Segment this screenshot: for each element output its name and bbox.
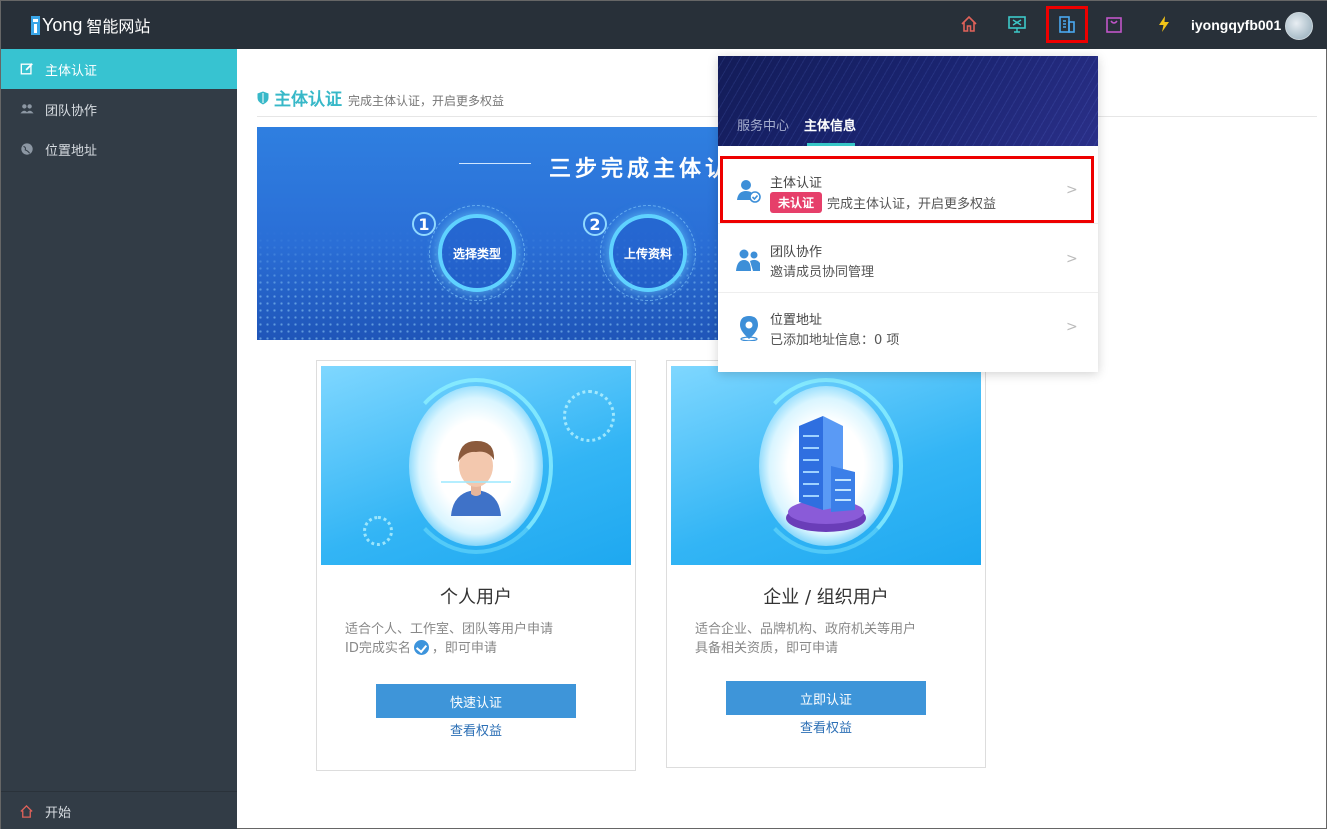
dropdown-item-title: 团队协作 bbox=[770, 245, 823, 260]
sidebar: 主体认证 团队协作 位置地址 开始 bbox=[1, 49, 237, 829]
step-2-number: 2 bbox=[583, 212, 607, 236]
card-desc-part: ID完成实名 bbox=[345, 641, 411, 656]
card-title: 企业 / 组织用户 bbox=[763, 587, 889, 608]
active-tab-indicator bbox=[807, 143, 855, 146]
home-outline-icon bbox=[19, 804, 35, 820]
banner-title-rule bbox=[459, 163, 531, 164]
edit-icon bbox=[19, 61, 35, 77]
page-title: 主体认证 完成主体认证，开启更多权益 bbox=[257, 85, 504, 110]
card-desc-line: ID完成实名 ，即可申请 bbox=[345, 639, 553, 658]
tab-service-center[interactable]: 服务中心 bbox=[737, 115, 789, 134]
page-subtitle: 完成主体认证，开启更多权益 bbox=[348, 94, 505, 108]
sidebar-start-label: 开始 bbox=[45, 806, 72, 821]
steps-banner: 三步完成主体认 选择类型 1 上传资料 2 bbox=[257, 127, 727, 340]
deco-ring bbox=[563, 390, 615, 442]
sidebar-item-location[interactable]: 位置地址 bbox=[1, 129, 237, 169]
globe-icon bbox=[19, 141, 35, 157]
verify-now-button[interactable]: 立即认证 bbox=[726, 681, 926, 715]
card-desc-part: ，即可申请 bbox=[431, 641, 497, 656]
banner-title: 三步完成主体认 bbox=[549, 157, 727, 182]
home-icon[interactable] bbox=[958, 13, 980, 35]
deco-ring bbox=[363, 516, 393, 546]
personal-user-illustration bbox=[321, 366, 631, 565]
card-desc-line: 适合个人、工作室、团队等用户申请 bbox=[345, 622, 554, 637]
lightning-icon[interactable] bbox=[1153, 13, 1175, 35]
chevron-right-icon: > bbox=[1066, 319, 1078, 335]
view-benefits-link[interactable]: 查看权益 bbox=[667, 717, 985, 736]
sidebar-item-label: 主体认证 bbox=[45, 63, 98, 79]
card-title: 个人用户 bbox=[440, 587, 512, 608]
username[interactable]: iyongqyfb001 bbox=[1191, 17, 1281, 33]
tab-entity-info[interactable]: 主体信息 bbox=[804, 115, 856, 134]
page-title-text: 主体认证 bbox=[274, 90, 342, 110]
person-avatar-icon bbox=[441, 440, 511, 516]
users-icon bbox=[19, 101, 35, 117]
building-icon-highlight bbox=[1046, 6, 1088, 43]
card-description: 适合企业、品牌机构、政府机关等用户 具备相关资质，即可申请 bbox=[695, 620, 916, 658]
card-desc-line: 适合企业、品牌机构、政府机关等用户 bbox=[695, 622, 917, 637]
dropdown-item-team[interactable]: 团队协作 邀请成员协同管理 > bbox=[718, 227, 1098, 293]
avatar[interactable] bbox=[1285, 12, 1313, 40]
sidebar-item-team[interactable]: 团队协作 bbox=[1, 89, 237, 129]
enterprise-user-card: 企业 / 组织用户 适合企业、品牌机构、政府机关等用户 具备相关资质，即可申请 … bbox=[666, 360, 986, 768]
step-1-label: 选择类型 bbox=[452, 246, 501, 261]
card-desc-line: 具备相关资质，即可申请 bbox=[695, 641, 839, 656]
logo-cn-text: 智能网站 bbox=[86, 17, 151, 36]
step-2-label: 上传资料 bbox=[623, 246, 672, 261]
monitor-icon[interactable] bbox=[1006, 13, 1028, 35]
check-circle-icon bbox=[413, 640, 429, 655]
enterprise-user-illustration bbox=[671, 366, 981, 565]
step-1-number: 1 bbox=[412, 212, 436, 236]
dropdown-item-sub: 邀请成员协同管理 bbox=[770, 265, 875, 280]
shopping-bag-icon[interactable] bbox=[1103, 13, 1125, 35]
shield-icon bbox=[257, 91, 269, 104]
dropdown-item-title: 位置地址 bbox=[770, 313, 823, 328]
top-bar: Yong 智能网站 iyongqyfb001 bbox=[1, 1, 1327, 49]
entity-auth-highlight bbox=[720, 156, 1094, 223]
quick-verify-button[interactable]: 快速认证 bbox=[376, 684, 576, 718]
dropdown-item-location[interactable]: 位置地址 已添加地址信息：0 项 > bbox=[718, 295, 1098, 361]
app-logo[interactable]: Yong 智能网站 bbox=[31, 11, 150, 39]
sidebar-item-entity-auth[interactable]: 主体认证 bbox=[1, 49, 237, 89]
sidebar-item-label: 团队协作 bbox=[45, 103, 98, 119]
team-icon bbox=[736, 249, 760, 271]
sidebar-item-label: 位置地址 bbox=[45, 143, 98, 159]
card-description: 适合个人、工作室、团队等用户申请 ID完成实名 ，即可申请 bbox=[345, 620, 553, 658]
sidebar-start[interactable]: 开始 bbox=[1, 791, 237, 829]
chevron-right-icon: > bbox=[1066, 251, 1078, 267]
step-2-ring: 上传资料 bbox=[609, 214, 687, 292]
building-illustration-icon bbox=[786, 416, 866, 532]
logo-i-icon bbox=[31, 15, 40, 35]
step-1-ring: 选择类型 bbox=[438, 214, 516, 292]
dropdown-header: 服务中心 主体信息 bbox=[718, 56, 1098, 146]
dropdown-item-sub: 已添加地址信息：0 项 bbox=[770, 333, 900, 348]
personal-user-card: 个人用户 适合个人、工作室、团队等用户申请 ID完成实名 ，即可申请 快速认证 查… bbox=[316, 360, 636, 771]
view-benefits-link[interactable]: 查看权益 bbox=[317, 720, 635, 739]
logo-brand: Yong bbox=[42, 14, 83, 35]
location-pin-icon bbox=[740, 316, 758, 341]
